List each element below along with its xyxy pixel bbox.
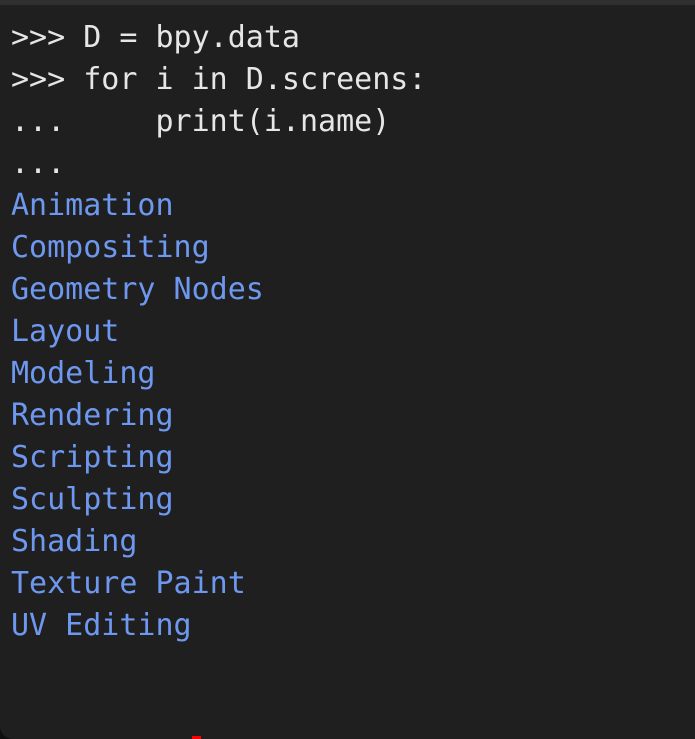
console-line: >>> D = bpy.data xyxy=(11,20,300,55)
console-scrollback[interactable]: >>> D = bpy.data >>> for i in D.screens:.… xyxy=(0,5,695,739)
console-line: Compositing xyxy=(11,230,210,265)
console-line: Layout xyxy=(11,314,120,349)
console-line: UV Editing xyxy=(11,608,192,643)
console-line: Scripting xyxy=(11,440,174,475)
console-line: Rendering xyxy=(11,398,174,433)
console-line: Sculpting xyxy=(11,482,174,517)
console-line: ... xyxy=(11,146,84,181)
console-line: >>> for i in D.screens: xyxy=(11,62,427,97)
console-line: Modeling xyxy=(11,356,156,391)
console-line: ... print(i.name) xyxy=(11,104,391,139)
python-console-window: >>> D = bpy.data >>> for i in D.screens:.… xyxy=(0,0,695,739)
console-active-prompt-line[interactable]: >>> xyxy=(11,689,695,739)
console-line: Shading xyxy=(11,524,138,559)
console-line: Animation xyxy=(11,188,174,223)
prompt-symbol: >>> xyxy=(119,734,191,739)
console-line: Texture Paint xyxy=(11,566,246,601)
console-line: Geometry Nodes xyxy=(11,272,264,307)
